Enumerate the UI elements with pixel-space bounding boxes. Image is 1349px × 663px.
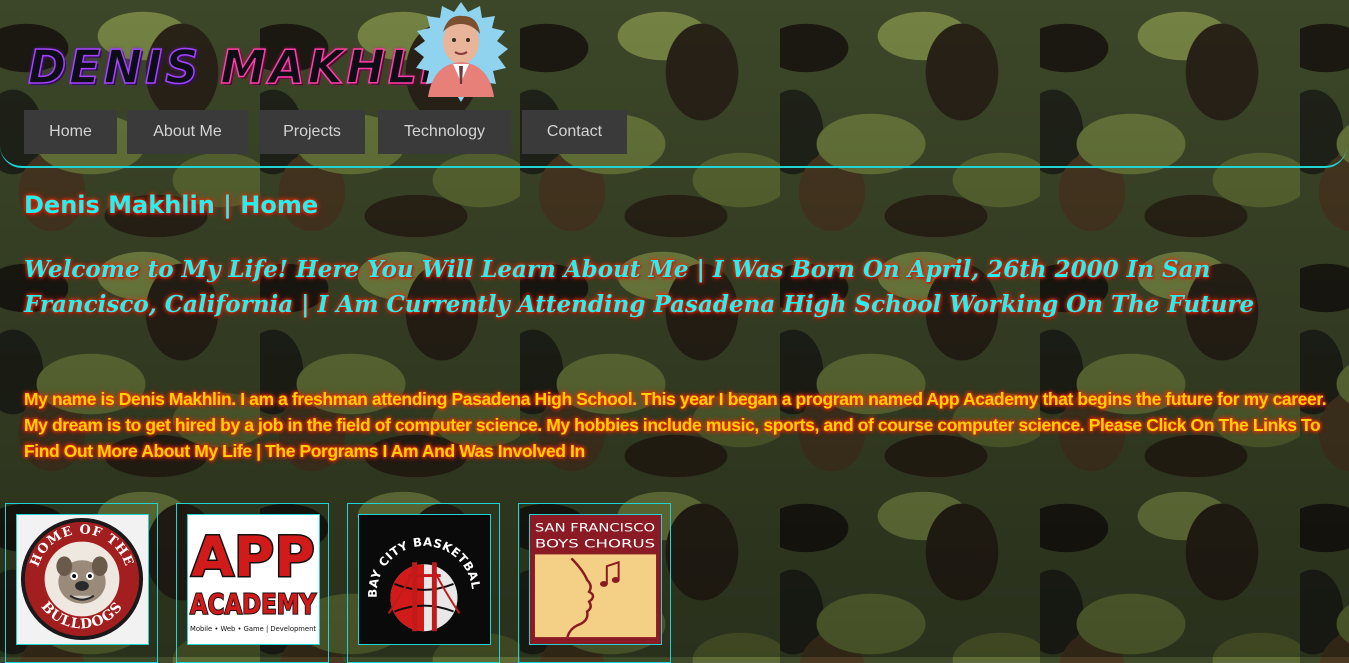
site-header: DENIS MAKHLIN Home About Me Projects Tec… [0, 0, 1347, 168]
profile-portrait [408, 2, 514, 102]
logo-first-name: DENIS [27, 39, 202, 95]
card-bay-city-basketball[interactable]: BAY CITY BASKETBALL [347, 503, 500, 663]
bulldogs-logo: HOME OF THE BULLDOGS [16, 514, 149, 645]
bio-text: My name is Denis Makhlin. I am a freshma… [24, 389, 1327, 461]
app-academy-logo: APP ACADEMY Mobile • Web • Game | Develo… [187, 514, 320, 645]
chorus-line-1: SAN FRANCISCO [535, 521, 655, 535]
app-academy-title-2: ACADEMY [190, 587, 317, 620]
sf-boys-chorus-logo: SAN FRANCISCO BOYS CHORUS [529, 514, 662, 645]
nav-home[interactable]: Home [24, 110, 117, 154]
card-sf-boys-chorus[interactable]: SAN FRANCISCO BOYS CHORUS [518, 503, 671, 663]
nav-projects[interactable]: Projects [259, 110, 365, 154]
app-academy-tagline: Mobile • Web • Game | Development [190, 625, 316, 633]
nav-contact[interactable]: Contact [522, 110, 627, 154]
app-academy-title-1: APP [191, 526, 314, 590]
nav-technology[interactable]: Technology [378, 110, 511, 154]
welcome-text: Welcome to My Life! Here You Will Learn … [24, 256, 1255, 318]
chorus-line-2: BOYS CHORUS [535, 536, 655, 550]
page-title: Denis Makhlin | Home [24, 191, 319, 219]
bay-city-basketball-logo: BAY CITY BASKETBALL [358, 514, 491, 645]
card-app-academy[interactable]: APP ACADEMY Mobile • Web • Game | Develo… [176, 503, 329, 663]
nav-about-me[interactable]: About Me [127, 110, 248, 154]
card-bulldogs[interactable]: HOME OF THE BULLDOGS [5, 503, 158, 663]
